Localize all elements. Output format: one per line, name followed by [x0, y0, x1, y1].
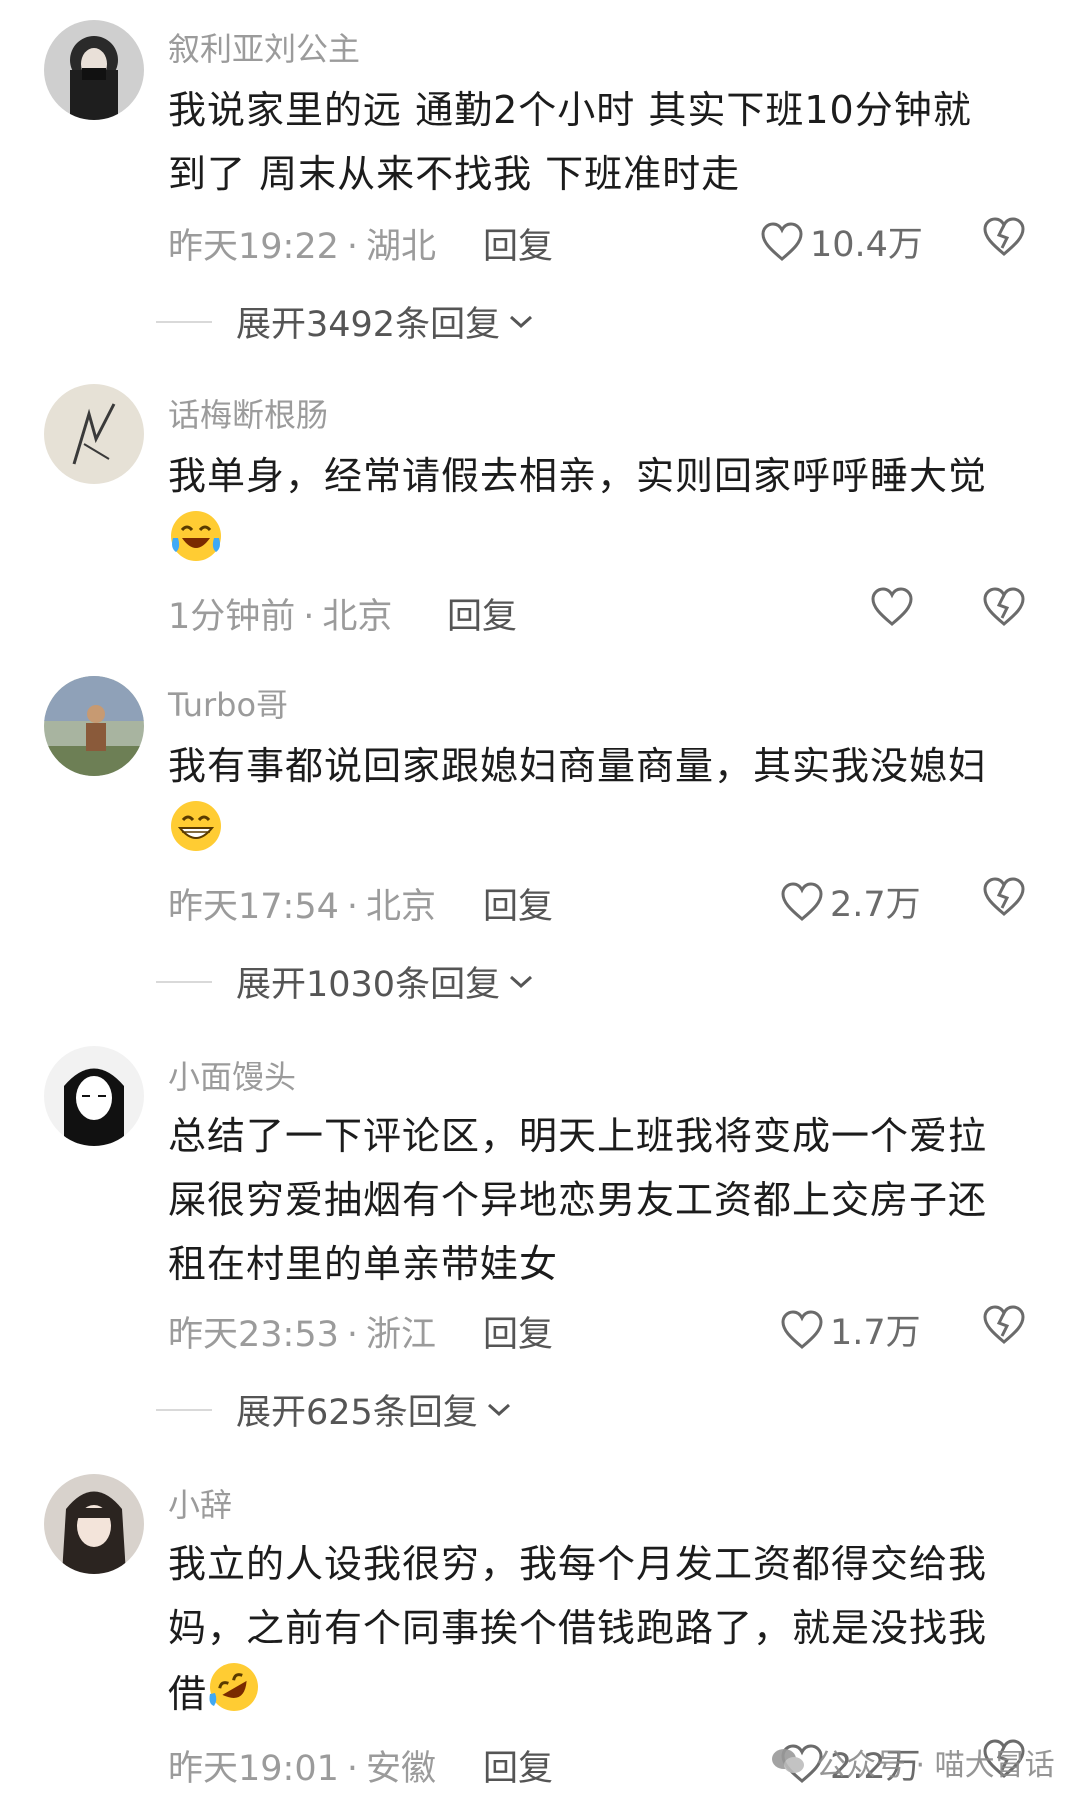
meta-separator: · [346, 227, 359, 267]
like-count: 2.7万 [830, 885, 921, 925]
wechat-icon [772, 1749, 804, 1773]
like-button[interactable] [870, 586, 920, 628]
chevron-down-icon [510, 975, 533, 988]
comment-text: 我立的人设我很穷，我每个月发工资都得交给我 妈，之前有个同事挨个借钱跑路了，就是… [168, 1532, 1048, 1733]
dislike-button[interactable] [982, 586, 1026, 632]
reply-button[interactable]: 回复 [483, 218, 553, 269]
laughing-tears-emoji [168, 508, 224, 583]
rofl-emoji [207, 1660, 261, 1733]
heart-icon [871, 587, 913, 626]
reply-button[interactable]: 回复 [483, 1740, 553, 1791]
meta-separator: · [346, 1315, 359, 1355]
broken-heart-icon [983, 587, 1025, 626]
comment-meta: 昨天23:53 · 浙江 [168, 1306, 436, 1357]
location: 北京 [322, 597, 393, 637]
dislike-button[interactable] [982, 216, 1026, 262]
timestamp: 昨天17:54 [168, 887, 339, 927]
username[interactable]: 小辞 [168, 1480, 232, 1526]
heart-icon [761, 221, 803, 261]
divider-line [156, 1408, 212, 1411]
username[interactable]: 叙利亚刘公主 [168, 24, 360, 70]
reply-button[interactable]: 回复 [483, 1306, 553, 1357]
expand-replies-label: 展开3492条回复 [236, 305, 501, 345]
chevron-down-icon [487, 1403, 510, 1416]
grinning-emoji [168, 798, 224, 873]
username[interactable]: Turbo哥 [168, 680, 288, 726]
broken-heart-icon [983, 877, 1025, 916]
timestamp: 昨天19:01 [168, 1749, 339, 1789]
chevron-down-icon [510, 315, 533, 328]
location: 安徽 [366, 1749, 437, 1789]
like-button[interactable]: 2.7万 [780, 876, 921, 927]
divider-line [156, 320, 212, 323]
location: 北京 [366, 887, 437, 927]
avatar[interactable] [44, 384, 144, 484]
like-button[interactable]: 10.4万 [760, 216, 923, 267]
avatar[interactable] [44, 1474, 144, 1574]
expand-replies-button[interactable]: 展开3492条回复 [156, 296, 534, 347]
expand-replies-label: 展开625条回复 [236, 1393, 478, 1433]
expand-replies-button[interactable]: 展开625条回复 [156, 1384, 512, 1435]
comment-meta: 昨天19:01 · 安徽 [168, 1740, 436, 1791]
comment-meta: 昨天17:54 · 北京 [168, 878, 436, 929]
watermark: 公众号 · 喵大冒话 [770, 1740, 1055, 1784]
meta-separator: · [346, 1749, 359, 1789]
reply-button[interactable]: 回复 [447, 588, 517, 639]
timestamp: 昨天19:22 [168, 227, 339, 267]
like-button[interactable]: 1.7万 [780, 1304, 921, 1355]
meta-separator: · [346, 887, 359, 927]
comment-text: 总结了一下评论区，明天上班我将变成一个爱拉 屎很穷爱抽烟有个异地恋男友工资都上交… [168, 1114, 988, 1286]
avatar[interactable] [44, 676, 144, 776]
broken-heart-icon [983, 1305, 1025, 1344]
heart-icon [781, 1309, 823, 1349]
username[interactable]: 小面馒头 [168, 1052, 296, 1098]
expand-replies-button[interactable]: 展开1030条回复 [156, 956, 534, 1007]
divider-line [156, 980, 212, 983]
comment-text: 我单身，经常请假去相亲，实则回家呼呼睡大觉 [168, 444, 1048, 583]
username[interactable]: 话梅断根肠 [168, 390, 328, 436]
reply-button[interactable]: 回复 [483, 878, 553, 929]
broken-heart-icon [983, 217, 1025, 256]
watermark-text: 公众号 · 喵大冒话 [816, 1748, 1055, 1783]
like-count: 10.4万 [810, 225, 923, 265]
timestamp: 1分钟前 [168, 597, 296, 637]
comment-text: 我说家里的远 通勤2个小时 其实下班10分钟就 到了 周末从来不找我 下班准时走 [168, 88, 972, 196]
avatar[interactable] [44, 20, 144, 120]
timestamp: 昨天23:53 [168, 1315, 339, 1355]
comment-text: 我有事都说回家跟媳妇商量商量，其实我没媳妇 [168, 734, 1048, 873]
heart-icon [781, 881, 823, 921]
expand-replies-label: 展开1030条回复 [236, 965, 501, 1005]
dislike-button[interactable] [982, 1304, 1026, 1350]
like-count: 1.7万 [830, 1313, 921, 1353]
avatar[interactable] [44, 1046, 144, 1146]
comment-meta: 1分钟前 · 北京 [168, 588, 392, 639]
location: 浙江 [366, 1315, 437, 1355]
location: 湖北 [366, 227, 437, 267]
dislike-button[interactable] [982, 876, 1026, 922]
meta-separator: · [303, 597, 315, 637]
comment-meta: 昨天19:22 · 湖北 [168, 218, 436, 269]
